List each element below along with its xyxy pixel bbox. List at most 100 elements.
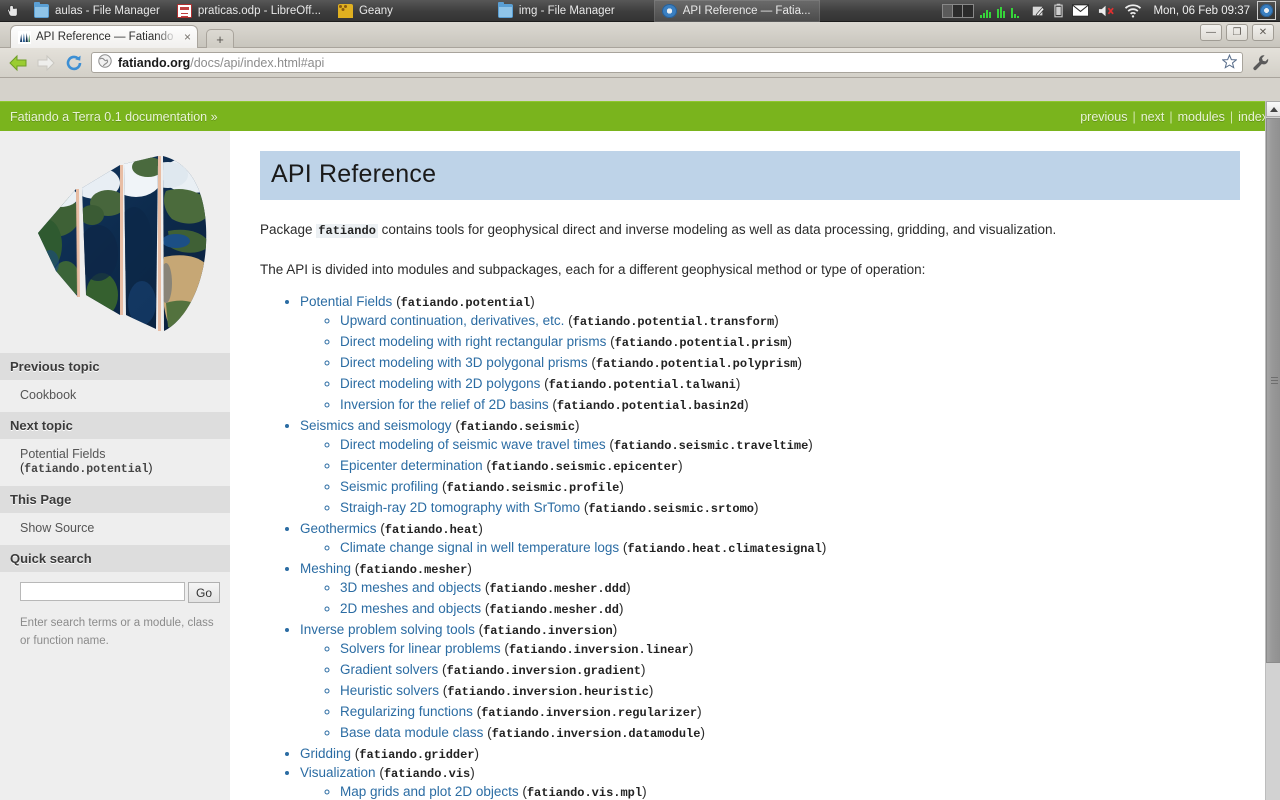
submodule-code: fatiando.seismic.epicenter — [490, 459, 679, 474]
module-code: fatiando.potential — [400, 296, 531, 311]
submodule-link-basin2d[interactable]: Inversion for the relief of 2D basins — [340, 397, 549, 412]
list-item: 2D meshes and objects (fatiando.mesher.d… — [340, 598, 1240, 619]
submodule-link-transform[interactable]: Upward continuation, derivatives, etc. — [340, 313, 564, 328]
site-globe-icon — [98, 54, 112, 71]
submodule-link-profile[interactable]: Seismic profiling — [340, 479, 438, 494]
address-bar[interactable]: fatiando.org/docs/api/index.html#api — [91, 52, 1243, 73]
volume-muted-icon[interactable] — [1098, 4, 1115, 18]
mail-icon[interactable] — [1072, 4, 1090, 17]
back-arrow-icon — [9, 54, 27, 71]
workspace-1[interactable] — [943, 4, 954, 17]
scroll-up-button[interactable] — [1266, 101, 1280, 117]
submodule-code: fatiando.potential.talwani — [548, 377, 736, 392]
paren-close: ) — [648, 682, 654, 698]
list-item: Inverse problem solving tools ( fatiando.… — [300, 621, 1240, 745]
browser-tab-title: API Reference — Fatiando — [36, 31, 174, 43]
submodule-link-climatesignal[interactable]: Climate change signal in well temperatur… — [340, 540, 619, 555]
taskbar-clock[interactable]: Mon, 06 Feb 09:37 — [1146, 5, 1257, 17]
list-item: Direct modeling with 3D polygonal prisms… — [340, 352, 1240, 373]
paren-close: ) — [774, 312, 779, 328]
battery-icon[interactable] — [1054, 3, 1064, 18]
workspace-2[interactable] — [953, 4, 964, 17]
submodule-link-talwani[interactable]: Direct modeling with 2D polygons — [340, 376, 540, 391]
taskbar-item-api-reference[interactable]: API Reference — Fatia... — [653, 0, 820, 22]
new-tab-button[interactable]: + — [206, 29, 234, 48]
paren-open: ( — [518, 783, 527, 799]
paren-close: ) — [575, 418, 580, 434]
submodule-link-gradient[interactable]: Gradient solvers — [340, 662, 438, 677]
back-button[interactable] — [7, 52, 29, 74]
page-scrollbar[interactable] — [1265, 101, 1280, 800]
submodule-code: fatiando.inversion.regularizer — [481, 705, 698, 720]
scrollbar-thumb[interactable] — [1266, 118, 1280, 663]
submodule-link-regularizer[interactable]: Regularizing functions — [340, 704, 473, 719]
sidebar-link-cookbook[interactable]: Cookbook — [20, 388, 76, 402]
bookmark-star-icon[interactable] — [1221, 53, 1238, 72]
nav-link-modules[interactable]: modules — [1178, 110, 1225, 124]
application-menu-button[interactable] — [0, 0, 26, 22]
nav-link-index[interactable]: index — [1238, 110, 1268, 124]
separator: | — [1169, 109, 1173, 124]
submodule-link-traveltime[interactable]: Direct modeling of seismic wave travel t… — [340, 437, 606, 452]
module-link-heat[interactable]: Geothermics — [300, 521, 377, 536]
launcher-chromium-button[interactable] — [1257, 1, 1276, 20]
submodule-link-heuristic[interactable]: Heuristic solvers — [340, 683, 439, 698]
module-link-seismic[interactable]: Seismics and seismology — [300, 418, 452, 433]
module-link-vis[interactable]: Visualization — [300, 765, 376, 780]
forward-button[interactable] — [35, 52, 57, 74]
reload-button[interactable] — [63, 52, 85, 74]
browser-tab-api-reference[interactable]: API Reference — Fatiando × — [10, 25, 198, 48]
sidebar-link-show-source[interactable]: Show Source — [20, 521, 94, 535]
taskbar-item-geany[interactable]: Geany — [330, 0, 402, 22]
browser-toolbar: fatiando.org/docs/api/index.html#api — [0, 48, 1280, 78]
list-item: Climate change signal in well temperatur… — [340, 537, 1240, 558]
submodule-link-datamodule[interactable]: Base data module class — [340, 725, 483, 740]
taskbar-item-aulas[interactable]: aulas - File Manager — [26, 0, 169, 22]
sidebar-this-page: Show Source — [0, 513, 230, 545]
nav-link-next[interactable]: next — [1141, 110, 1165, 124]
submodule-link-epicenter[interactable]: Epicenter determination — [340, 458, 483, 473]
submodule-code: fatiando.mesher.ddd — [489, 581, 627, 596]
module-link-potential[interactable]: Potential Fields — [300, 294, 392, 309]
maximize-button[interactable]: ❐ — [1226, 24, 1248, 41]
workspace-3[interactable] — [963, 5, 973, 17]
search-input[interactable] — [20, 582, 185, 601]
separator: | — [1229, 109, 1234, 124]
submodule-link-mpl[interactable]: Map grids and plot 2D objects — [340, 784, 519, 799]
minimize-button[interactable]: — — [1200, 24, 1222, 41]
submodule-link-linear[interactable]: Solvers for linear problems — [340, 641, 501, 656]
taskbar-item-label: img - File Manager — [518, 4, 615, 17]
browser-window: API Reference — Fatiando × + — ❐ ✕ fatia… — [0, 22, 1280, 800]
browser-menu-button[interactable] — [1249, 52, 1273, 74]
paren-close: ) — [678, 457, 683, 473]
paren-close: ) — [787, 333, 792, 349]
fatiando-globe-logo — [16, 145, 214, 343]
taskbar-item-img[interactable]: img - File Manager — [490, 0, 624, 22]
search-go-button[interactable]: Go — [187, 582, 220, 603]
submodule-code: fatiando.inversion.linear — [508, 642, 689, 657]
breadcrumb[interactable]: Fatiando a Terra 0.1 documentation » — [10, 110, 218, 124]
taskbar-item-praticas-odp[interactable]: praticas.odp - LibreOff... — [169, 0, 330, 22]
submodule-link-polyprism[interactable]: Direct modeling with 3D polygonal prisms — [340, 355, 588, 370]
notes-icon[interactable] — [1031, 4, 1046, 18]
nav-link-previous[interactable]: previous — [1080, 110, 1127, 124]
maximize-icon: ❐ — [1232, 26, 1242, 38]
module-link-inversion[interactable]: Inverse problem solving tools — [300, 622, 475, 637]
wifi-icon[interactable] — [1124, 3, 1142, 18]
list-item: Gridding (fatiando.gridder) — [300, 745, 1240, 764]
submodule-link-ddd[interactable]: 3D meshes and objects — [340, 580, 481, 595]
close-window-button[interactable]: ✕ — [1252, 24, 1274, 41]
desktop-taskbar: aulas - File Manager praticas.odp - Libr… — [0, 0, 1280, 22]
submodule-link-prism[interactable]: Direct modeling with right rectangular p… — [340, 334, 606, 349]
module-code: fatiando.seismic — [459, 420, 576, 435]
submodule-link-dd[interactable]: 2D meshes and objects — [340, 601, 481, 616]
paren-open: ( — [483, 724, 492, 740]
submodule-link-srtomo[interactable]: Straigh-ray 2D tomography with SrTomo — [340, 500, 580, 515]
list-item: Map grids and plot 2D objects (fatiando.… — [340, 781, 1240, 800]
page-body: Previous topic Cookbook Next topic Poten… — [0, 131, 1280, 800]
close-icon[interactable]: × — [182, 31, 193, 43]
module-link-mesher[interactable]: Meshing — [300, 561, 351, 576]
sidebar-link-potential-fields[interactable]: Potential Fields — [20, 447, 105, 461]
workspace-switcher[interactable] — [942, 3, 975, 18]
module-link-gridder[interactable]: Gridding — [300, 746, 351, 761]
